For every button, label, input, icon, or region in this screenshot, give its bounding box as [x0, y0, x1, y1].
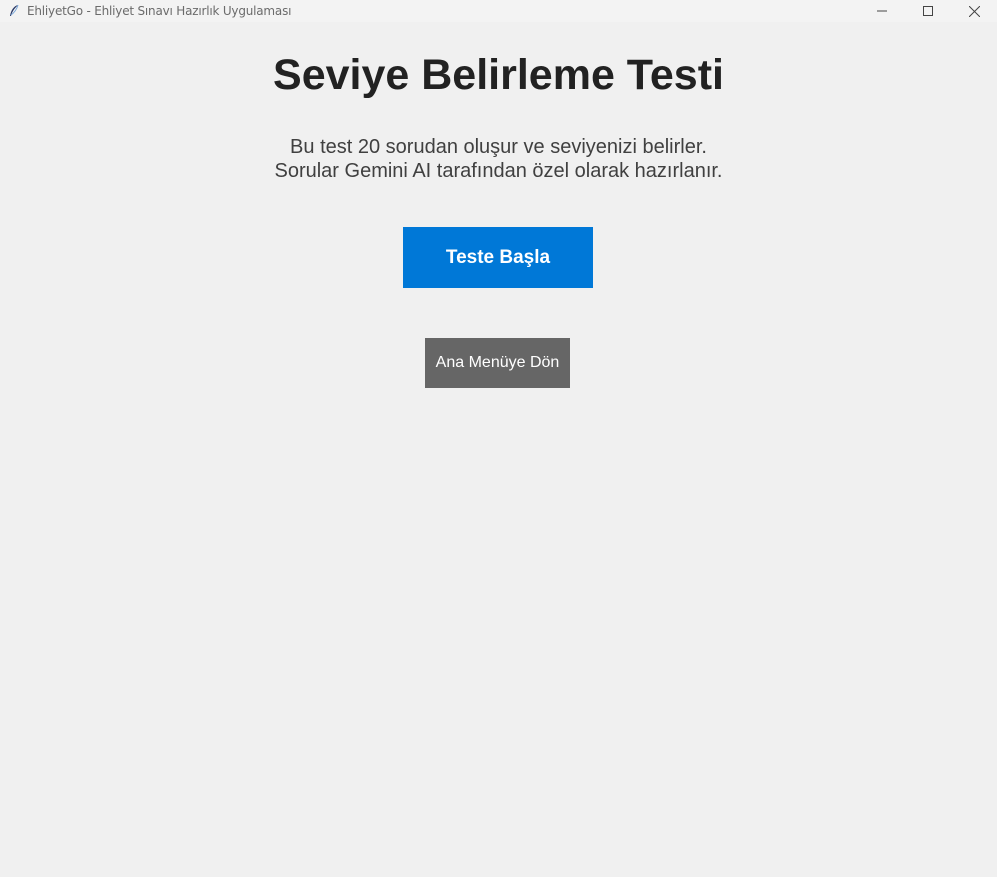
title-bar[interactable]: EhliyetGo - Ehliyet Sınavı Hazırlık Uygu…	[0, 0, 997, 22]
minimize-icon	[877, 10, 887, 12]
back-to-main-menu-button[interactable]: Ana Menüye Dön	[425, 338, 570, 388]
close-button[interactable]	[951, 0, 997, 22]
main-content: Seviye Belirleme Testi Bu test 20 soruda…	[0, 22, 997, 877]
minimize-button[interactable]	[859, 0, 905, 22]
maximize-icon	[923, 6, 933, 16]
description-line-1: Bu test 20 sorudan oluşur ve seviyenizi …	[290, 136, 707, 158]
page-title: Seviye Belirleme Testi	[273, 51, 724, 99]
app-window: EhliyetGo - Ehliyet Sınavı Hazırlık Uygu…	[0, 0, 997, 877]
window-controls	[859, 0, 997, 22]
window-title: EhliyetGo - Ehliyet Sınavı Hazırlık Uygu…	[27, 4, 292, 18]
close-icon	[968, 5, 980, 17]
start-test-button[interactable]: Teste Başla	[403, 227, 593, 288]
feather-icon	[6, 3, 22, 19]
description-line-2: Sorular Gemini AI tarafından özel olarak…	[274, 160, 723, 182]
maximize-button[interactable]	[905, 0, 951, 22]
test-description: Bu test 20 sorudan oluşur ve seviyenizi …	[0, 135, 997, 183]
